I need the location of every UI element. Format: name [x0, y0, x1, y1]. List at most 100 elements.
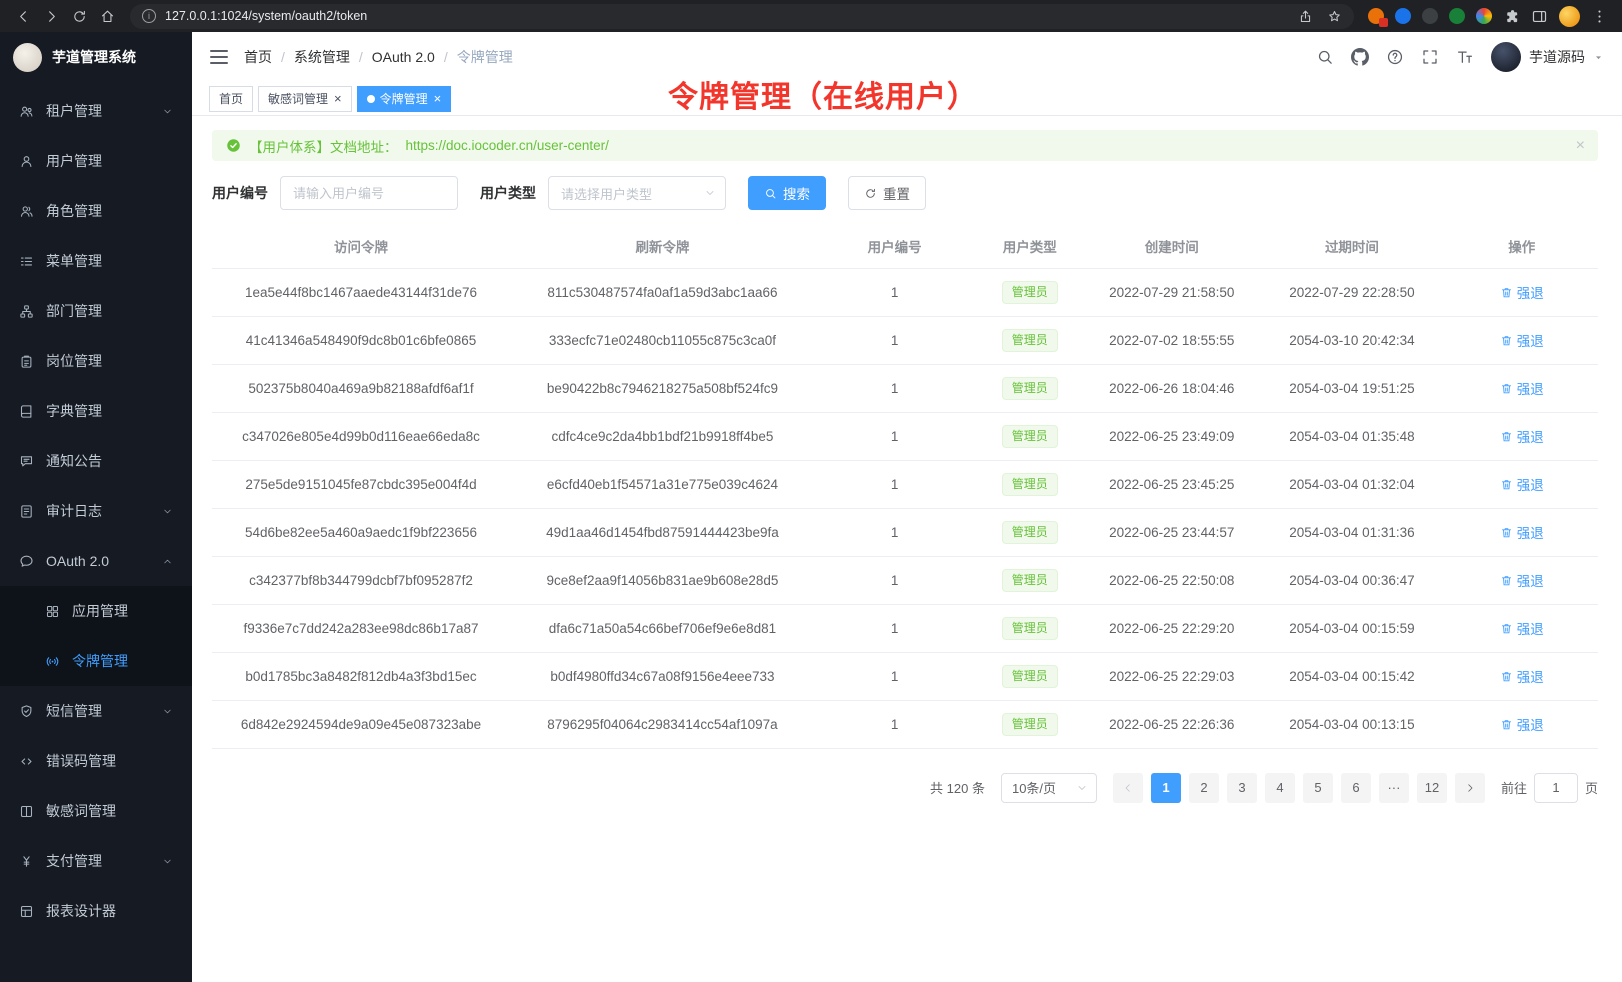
- sidebar-item-oauth2-token[interactable]: 令牌管理: [0, 636, 192, 686]
- browser-profile-avatar[interactable]: [1559, 6, 1580, 27]
- prev-page-button[interactable]: [1113, 773, 1143, 803]
- extensions-puzzle-icon[interactable]: [1503, 8, 1520, 25]
- breadcrumb-item[interactable]: 系统管理: [294, 47, 350, 67]
- extension-icon[interactable]: [1476, 8, 1492, 24]
- app-logo[interactable]: 芋道管理系统: [0, 32, 192, 82]
- reload-icon[interactable]: [66, 3, 92, 29]
- close-icon[interactable]: ×: [334, 92, 342, 105]
- sidebar-item-sms[interactable]: 短信管理: [0, 686, 192, 736]
- sidebar-item-menu[interactable]: 菜单管理: [0, 236, 192, 286]
- force-logout-label: 强退: [1517, 330, 1544, 350]
- info-icon[interactable]: [142, 9, 156, 23]
- extension-icon[interactable]: [1368, 8, 1384, 24]
- force-logout-label: 强退: [1517, 378, 1544, 398]
- sidebar-item-notice[interactable]: 通知公告: [0, 436, 192, 486]
- reset-button[interactable]: 重置: [848, 176, 926, 210]
- sidebar-item-label: 错误码管理: [46, 751, 173, 771]
- sidebar-item-dept[interactable]: 部门管理: [0, 286, 192, 336]
- address-bar[interactable]: 127.0.0.1:1024/system/oauth2/token: [130, 4, 1354, 29]
- question-icon[interactable]: [1386, 48, 1404, 66]
- force-logout-button[interactable]: 强退: [1500, 618, 1544, 638]
- search-button[interactable]: 搜索: [748, 176, 826, 210]
- page-button[interactable]: 1: [1151, 773, 1181, 803]
- page-button[interactable]: 2: [1189, 773, 1219, 803]
- sidebar-item-tenant[interactable]: 租户管理: [0, 86, 192, 136]
- page-button[interactable]: 3: [1227, 773, 1257, 803]
- tab-sensitive-word[interactable]: 敏感词管理 ×: [258, 86, 352, 112]
- sidebar-item-user[interactable]: 用户管理: [0, 136, 192, 186]
- page-button[interactable]: 4: [1265, 773, 1295, 803]
- extension-icon[interactable]: [1422, 8, 1438, 24]
- user-menu[interactable]: 芋道源码: [1491, 42, 1604, 72]
- user-id-input[interactable]: [280, 176, 458, 210]
- sidebar-item-label: 短信管理: [46, 701, 150, 721]
- access-token-cell: b0d1785bc3a8482f812db4a3f3bd15ec: [212, 652, 510, 700]
- tab-label: 敏感词管理: [268, 90, 328, 107]
- sidebar-item-error-code[interactable]: 错误码管理: [0, 736, 192, 786]
- side-panel-icon[interactable]: [1531, 8, 1548, 25]
- page-button[interactable]: 5: [1303, 773, 1333, 803]
- trash-icon: [1500, 286, 1513, 299]
- extension-icon[interactable]: [1395, 8, 1411, 24]
- page-more-button[interactable]: ···: [1379, 773, 1409, 803]
- force-logout-button[interactable]: 强退: [1500, 282, 1544, 302]
- browser-menu-icon[interactable]: [1591, 8, 1608, 25]
- page-size-select[interactable]: 10条/页: [1001, 773, 1097, 803]
- user-type-select[interactable]: 请选择用户类型: [548, 176, 726, 210]
- sidebar-item-role[interactable]: 角色管理: [0, 186, 192, 236]
- search-icon[interactable]: [1316, 48, 1334, 66]
- doc-link[interactable]: https://doc.iocoder.cn/user-center/: [406, 138, 609, 153]
- force-logout-button[interactable]: 强退: [1500, 570, 1544, 590]
- user-type-cell: 管理员: [974, 268, 1085, 316]
- font-size-icon[interactable]: [1456, 48, 1474, 66]
- back-icon[interactable]: [10, 3, 36, 29]
- fullscreen-icon[interactable]: [1421, 48, 1439, 66]
- action-cell: 强退: [1446, 412, 1599, 460]
- sidebar-item-audit-log[interactable]: 审计日志: [0, 486, 192, 536]
- active-tab-dot: [367, 95, 375, 103]
- tab-home[interactable]: 首页: [209, 86, 253, 112]
- sidebar-item-oauth2[interactable]: OAuth 2.0: [0, 536, 192, 586]
- sidebar-item-dict[interactable]: 字典管理: [0, 386, 192, 436]
- force-logout-button[interactable]: 强退: [1500, 522, 1544, 542]
- sidebar-item-post[interactable]: 岗位管理: [0, 336, 192, 386]
- force-logout-button[interactable]: 强退: [1500, 714, 1544, 734]
- force-logout-button[interactable]: 强退: [1500, 378, 1544, 398]
- force-logout-button[interactable]: 强退: [1500, 426, 1544, 446]
- breadcrumb-separator: /: [281, 49, 285, 65]
- close-icon[interactable]: ×: [1576, 137, 1585, 155]
- goto-label: 前往: [1501, 778, 1527, 797]
- user-id-label: 用户编号: [212, 183, 268, 203]
- goto-page-input[interactable]: [1534, 773, 1578, 803]
- sidebar-item-label: 菜单管理: [46, 251, 173, 271]
- force-logout-button[interactable]: 强退: [1500, 666, 1544, 686]
- tab-oauth2-token[interactable]: 令牌管理×: [357, 86, 452, 112]
- next-page-button[interactable]: [1455, 773, 1485, 803]
- force-logout-button[interactable]: 强退: [1500, 474, 1544, 494]
- github-icon[interactable]: [1351, 48, 1369, 66]
- close-icon[interactable]: ×: [434, 92, 442, 105]
- sidebar-item-sensitive-word[interactable]: 敏感词管理: [0, 786, 192, 836]
- forward-icon[interactable]: [38, 3, 64, 29]
- sidebar-item-pay[interactable]: 支付管理: [0, 836, 192, 886]
- search-button-label: 搜索: [783, 183, 810, 203]
- breadcrumb-item[interactable]: 首页: [244, 47, 272, 67]
- page-button[interactable]: 12: [1417, 773, 1447, 803]
- chevron-up-icon: [162, 556, 173, 567]
- page-button[interactable]: 6: [1341, 773, 1371, 803]
- share-icon[interactable]: [1298, 9, 1313, 24]
- caret-down-icon: [1593, 52, 1604, 63]
- sidebar-item-report-designer[interactable]: 报表设计器: [0, 886, 192, 936]
- star-icon[interactable]: [1327, 9, 1342, 24]
- hamburger-icon[interactable]: [210, 50, 228, 64]
- access-token-cell: c342377bf8b344799dcbf7bf095287f2: [212, 556, 510, 604]
- sidebar-item-label: OAuth 2.0: [46, 553, 150, 569]
- extension-icon[interactable]: [1449, 8, 1465, 24]
- sidebar-item-label: 租户管理: [46, 101, 150, 121]
- sidebar-item-oauth2-app[interactable]: 应用管理: [0, 586, 192, 636]
- breadcrumb-item[interactable]: OAuth 2.0: [372, 49, 435, 65]
- home-icon[interactable]: [94, 3, 120, 29]
- sidebar-item-label: 令牌管理: [72, 651, 173, 671]
- force-logout-button[interactable]: 强退: [1500, 330, 1544, 350]
- user-type-tag: 管理员: [1002, 713, 1058, 736]
